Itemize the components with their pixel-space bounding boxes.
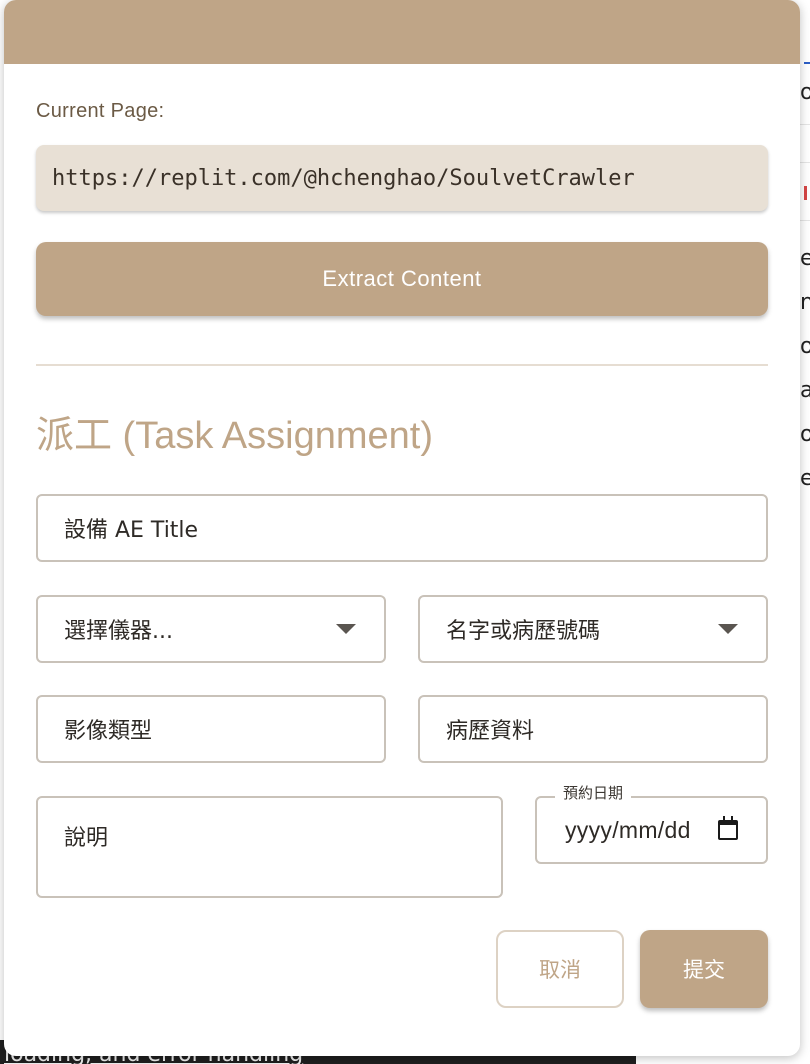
patient-select-value: 名字或病歷號碼 xyxy=(446,619,601,644)
popup-header-bar xyxy=(4,0,800,64)
medical-record-input[interactable]: 病歷資料 xyxy=(418,695,768,763)
description-textarea[interactable]: 說明 xyxy=(36,796,503,898)
submit-button[interactable]: 提交 xyxy=(640,930,768,1008)
current-url-display: https://replit.com/@hchenghao/SoulvetCra… xyxy=(36,145,768,211)
background-error-marker xyxy=(804,186,807,200)
ae-title-value: 設備 AE Title xyxy=(64,518,199,543)
image-type-value: 影像類型 xyxy=(64,719,153,744)
section-divider xyxy=(36,364,768,366)
background-text-fragment: n xyxy=(800,290,810,315)
current-page-label: Current Page: xyxy=(36,100,165,122)
cancel-button[interactable]: 取消 xyxy=(496,930,624,1008)
date-value: yyyy/mm/dd xyxy=(565,816,691,843)
image-type-input[interactable]: 影像類型 xyxy=(36,695,386,763)
background-text-fragment: o xyxy=(800,334,810,359)
ae-title-input[interactable]: 設備 AE Title xyxy=(36,494,768,562)
task-assignment-title: 派工 (Task Assignment) xyxy=(36,415,433,457)
chevron-down-icon xyxy=(336,624,356,634)
background-accent-line xyxy=(804,62,810,64)
patient-select[interactable]: 名字或病歷號碼 xyxy=(418,595,768,663)
background-text-fragment: o xyxy=(800,80,810,105)
medical-record-value: 病歷資料 xyxy=(446,719,535,744)
appointment-date-input[interactable]: yyyy/mm/dd xyxy=(535,796,768,864)
extension-popup: Current Page: https://replit.com/@hcheng… xyxy=(4,0,800,1056)
extract-content-button[interactable]: Extract Content xyxy=(36,242,768,316)
background-text-fragment: a xyxy=(800,378,810,403)
background-text-fragment: e xyxy=(800,466,810,491)
description-value: 說明 xyxy=(64,826,109,851)
chevron-down-icon xyxy=(718,624,738,634)
appointment-date-label: 預約日期 xyxy=(555,782,632,803)
instrument-select-value: 選擇儀器... xyxy=(64,619,173,644)
instrument-select[interactable]: 選擇儀器... xyxy=(36,595,386,663)
calendar-icon[interactable] xyxy=(718,816,738,840)
background-text-fragment: o xyxy=(800,422,810,447)
background-text-fragment: e xyxy=(800,246,810,271)
